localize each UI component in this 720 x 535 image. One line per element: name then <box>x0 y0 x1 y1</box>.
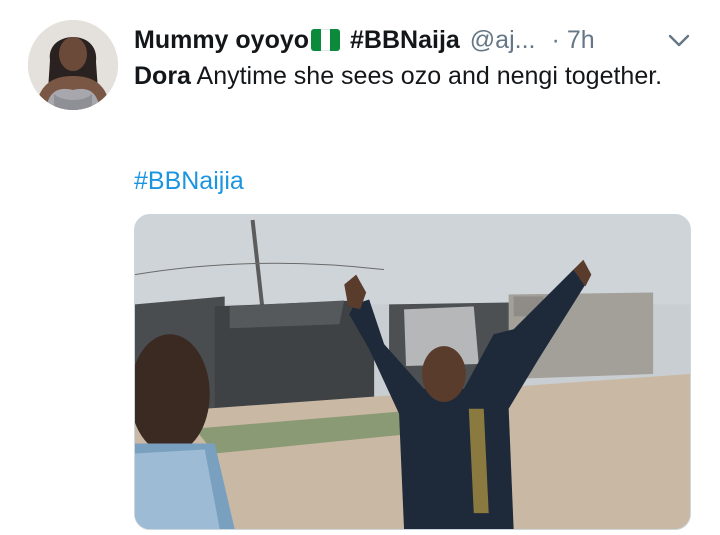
user-handle[interactable]: @aj... <box>470 26 536 55</box>
name-hashtag: #BBNaija <box>350 25 460 54</box>
chevron-down-icon[interactable] <box>664 26 694 56</box>
display-name[interactable]: Mummy oyoyo <box>134 26 309 55</box>
separator-dot: · <box>551 25 560 54</box>
avatar-photo <box>28 20 118 110</box>
tweet-media-video[interactable] <box>134 214 691 530</box>
tweet-timestamp[interactable]: 7h <box>567 26 595 55</box>
media-thumbnail <box>135 215 690 529</box>
text-mention: Dora <box>134 62 191 90</box>
tweet-card[interactable]: Mummy oyoyo #BBNaija @aj... · 7h Dora An… <box>0 0 720 535</box>
avatar[interactable] <box>28 20 118 110</box>
tweet-header: Mummy oyoyo #BBNaija @aj... · 7h <box>134 22 704 58</box>
hashtag-link[interactable]: #BBNaijia <box>134 165 244 198</box>
tweet-text: Dora Anytime she sees ozo and nengi toge… <box>134 60 694 93</box>
text-body: Anytime she sees ozo and nengi together. <box>190 62 663 90</box>
nigeria-flag-icon <box>311 29 341 51</box>
